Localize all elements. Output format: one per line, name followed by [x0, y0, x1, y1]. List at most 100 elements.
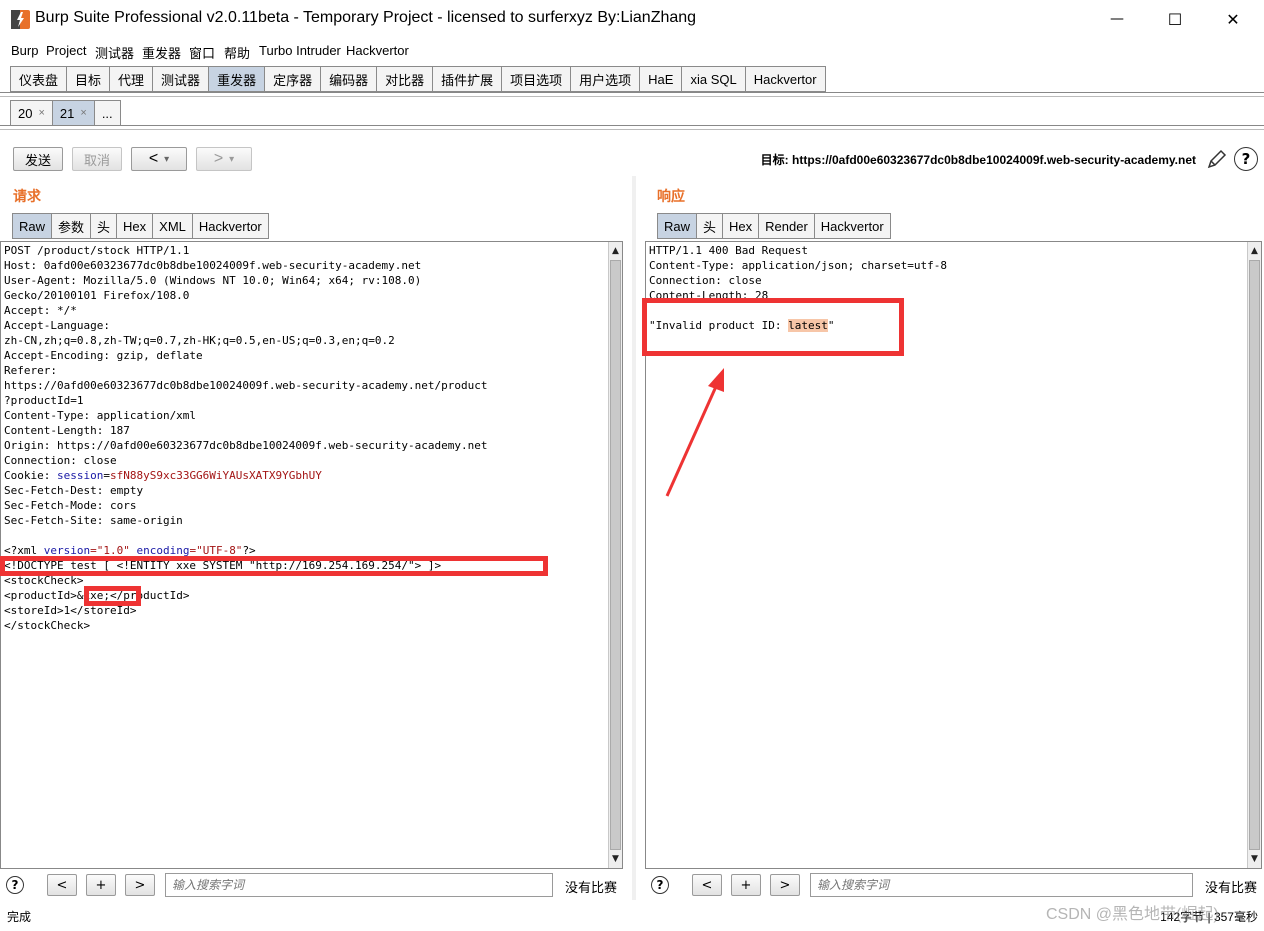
request-help-icon[interactable]: ?: [6, 876, 24, 894]
response-help-icon[interactable]: ?: [651, 876, 669, 894]
menu-intruder[interactable]: 测试器: [95, 43, 134, 62]
close-tab-icon[interactable]: ×: [80, 107, 86, 119]
edit-target-icon[interactable]: [1206, 148, 1228, 170]
repeater-tab-label: 21: [59, 105, 75, 121]
xml-decl-close: ?>: [242, 544, 256, 557]
repeater-tab-21[interactable]: 21 ×: [51, 100, 94, 126]
request-line: Accept: */*: [4, 304, 77, 317]
subtab-divider: [0, 125, 1264, 130]
split-divider[interactable]: [632, 176, 636, 900]
response-tab-headers[interactable]: 头: [696, 213, 723, 239]
target-url: https://0afd00e60323677dc0b8dbe10024009f…: [792, 153, 1196, 167]
close-tab-icon[interactable]: ×: [38, 107, 44, 119]
tab-user-options[interactable]: 用户选项: [570, 66, 640, 92]
cookie-prefix: Cookie:: [4, 469, 57, 482]
response-tab-hackvertor[interactable]: Hackvertor: [813, 213, 891, 239]
scroll-down-icon[interactable]: ▼: [1248, 852, 1261, 866]
tab-comparer[interactable]: 对比器: [376, 66, 433, 92]
request-line: Host: 0afd00e60323677dc0b8dbe10024009f.w…: [4, 259, 422, 272]
response-search-add-button[interactable]: +: [731, 874, 761, 896]
request-tab-xml[interactable]: XML: [152, 213, 192, 239]
tab-xia-sql[interactable]: xia SQL: [681, 66, 745, 92]
forward-button[interactable]: > ▾: [196, 147, 252, 171]
response-search-prev-button[interactable]: <: [692, 874, 722, 896]
tab-intruder[interactable]: 测试器: [152, 66, 209, 92]
request-tab-raw[interactable]: Raw: [12, 213, 52, 239]
xml-encoding-val: ="UTF-8": [189, 544, 243, 557]
repeater-tab-new[interactable]: ...: [93, 100, 121, 126]
tab-repeater[interactable]: 重发器: [208, 66, 265, 92]
request-line: Accept-Encoding: gzip, deflate: [4, 349, 203, 362]
request-search-prev-button[interactable]: <: [47, 874, 77, 896]
request-tab-hex[interactable]: Hex: [116, 213, 153, 239]
request-tab-params[interactable]: 参数: [51, 213, 91, 239]
response-line: Connection: close: [649, 274, 762, 287]
maximize-icon: ☐: [1167, 9, 1183, 29]
cancel-button[interactable]: 取消: [72, 147, 122, 171]
request-tab-headers[interactable]: 头: [90, 213, 117, 239]
response-tab-raw[interactable]: Raw: [657, 213, 697, 239]
menu-hackvertor[interactable]: Hackvertor: [346, 43, 409, 58]
xml-declaration: <?xml version="1.0" encoding="UTF-8"?>: [4, 543, 622, 558]
tab-sequencer[interactable]: 定序器: [264, 66, 321, 92]
help-icon[interactable]: ?: [1234, 147, 1258, 171]
tab-hackvertor[interactable]: Hackvertor: [744, 66, 826, 92]
request-line: Content-Type: application/xml: [4, 409, 197, 422]
response-search-input[interactable]: [810, 873, 1193, 897]
repeater-tab-20[interactable]: 20 ×: [10, 100, 52, 126]
response-highlight: latest: [788, 319, 828, 332]
request-line: Referer:: [4, 364, 57, 377]
response-line: Content-Type: application/json; charset=…: [649, 259, 948, 272]
tab-extender[interactable]: 插件扩展: [432, 66, 502, 92]
minimize-button[interactable]: —: [1088, 0, 1146, 38]
response-tab-hex[interactable]: Hex: [722, 213, 759, 239]
back-button[interactable]: < ▾: [131, 147, 187, 171]
menu-repeater[interactable]: 重发器: [142, 43, 181, 62]
tab-project-options[interactable]: 项目选项: [501, 66, 571, 92]
tab-decoder[interactable]: 编码器: [320, 66, 377, 92]
menu-help[interactable]: 帮助: [224, 43, 250, 62]
target-label: 目标: https://0afd00e60323677dc0b8dbe10024…: [761, 151, 1196, 168]
request-editor[interactable]: POST /product/stock HTTP/1.1 Host: 0afd00…: [0, 241, 623, 869]
menu-burp[interactable]: Burp: [11, 43, 38, 58]
tab-dashboard[interactable]: 仪表盘: [10, 66, 67, 92]
request-line: [4, 528, 622, 543]
xml-decl-open: <?xml: [4, 544, 44, 557]
maximize-button[interactable]: ☐: [1146, 0, 1204, 38]
request-search-next-button[interactable]: >: [125, 874, 155, 896]
tab-proxy[interactable]: 代理: [109, 66, 153, 92]
tab-hae[interactable]: HaE: [639, 66, 682, 92]
request-line: zh-CN,zh;q=0.8,zh-TW;q=0.7,zh-HK;q=0.5,e…: [4, 334, 395, 347]
menu-turbo-intruder[interactable]: Turbo Intruder: [259, 43, 341, 58]
response-tab-render[interactable]: Render: [758, 213, 814, 239]
request-scrollbar[interactable]: ▲ ▼: [608, 242, 622, 868]
response-scrollbar[interactable]: ▲ ▼: [1247, 242, 1261, 868]
request-tabs: Raw 参数 头 Hex XML Hackvertor: [12, 213, 269, 239]
menu-window[interactable]: 窗口: [189, 43, 215, 62]
menu-project[interactable]: Project: [46, 43, 86, 58]
response-search-next-button[interactable]: >: [770, 874, 800, 896]
request-line: POST /product/stock HTTP/1.1: [4, 244, 190, 257]
scrollbar-thumb[interactable]: [610, 260, 621, 850]
title-bar: Burp Suite Professional v2.0.11beta - Te…: [0, 0, 1264, 38]
request-title: 请求: [13, 188, 41, 204]
request-line: User-Agent: Mozilla/5.0 (Windows NT 10.0…: [4, 274, 422, 287]
scroll-up-icon[interactable]: ▲: [1248, 244, 1261, 258]
tab-target[interactable]: 目标: [66, 66, 110, 92]
scroll-down-icon[interactable]: ▼: [609, 852, 622, 866]
close-button[interactable]: ✕: [1204, 0, 1262, 38]
request-search-add-button[interactable]: +: [86, 874, 116, 896]
request-tab-hackvertor[interactable]: Hackvertor: [191, 213, 269, 239]
response-editor[interactable]: HTTP/1.1 400 Bad Request Content-Type: ap…: [645, 241, 1262, 869]
request-line: Gecko/20100101 Firefox/108.0: [4, 289, 190, 302]
scroll-up-icon[interactable]: ▲: [609, 244, 622, 258]
request-match-status: 没有比赛: [565, 880, 618, 895]
request-search-input[interactable]: [165, 873, 553, 897]
cookie-name: session: [56, 469, 104, 482]
response-tabs: Raw 头 Hex Render Hackvertor: [657, 213, 891, 239]
send-button[interactable]: 发送: [13, 147, 63, 171]
scrollbar-thumb[interactable]: [1249, 260, 1260, 850]
request-line: Content-Length: 187: [4, 424, 130, 437]
back-arrow-icon: <: [148, 150, 159, 167]
new-tab-label: ...: [101, 105, 113, 121]
